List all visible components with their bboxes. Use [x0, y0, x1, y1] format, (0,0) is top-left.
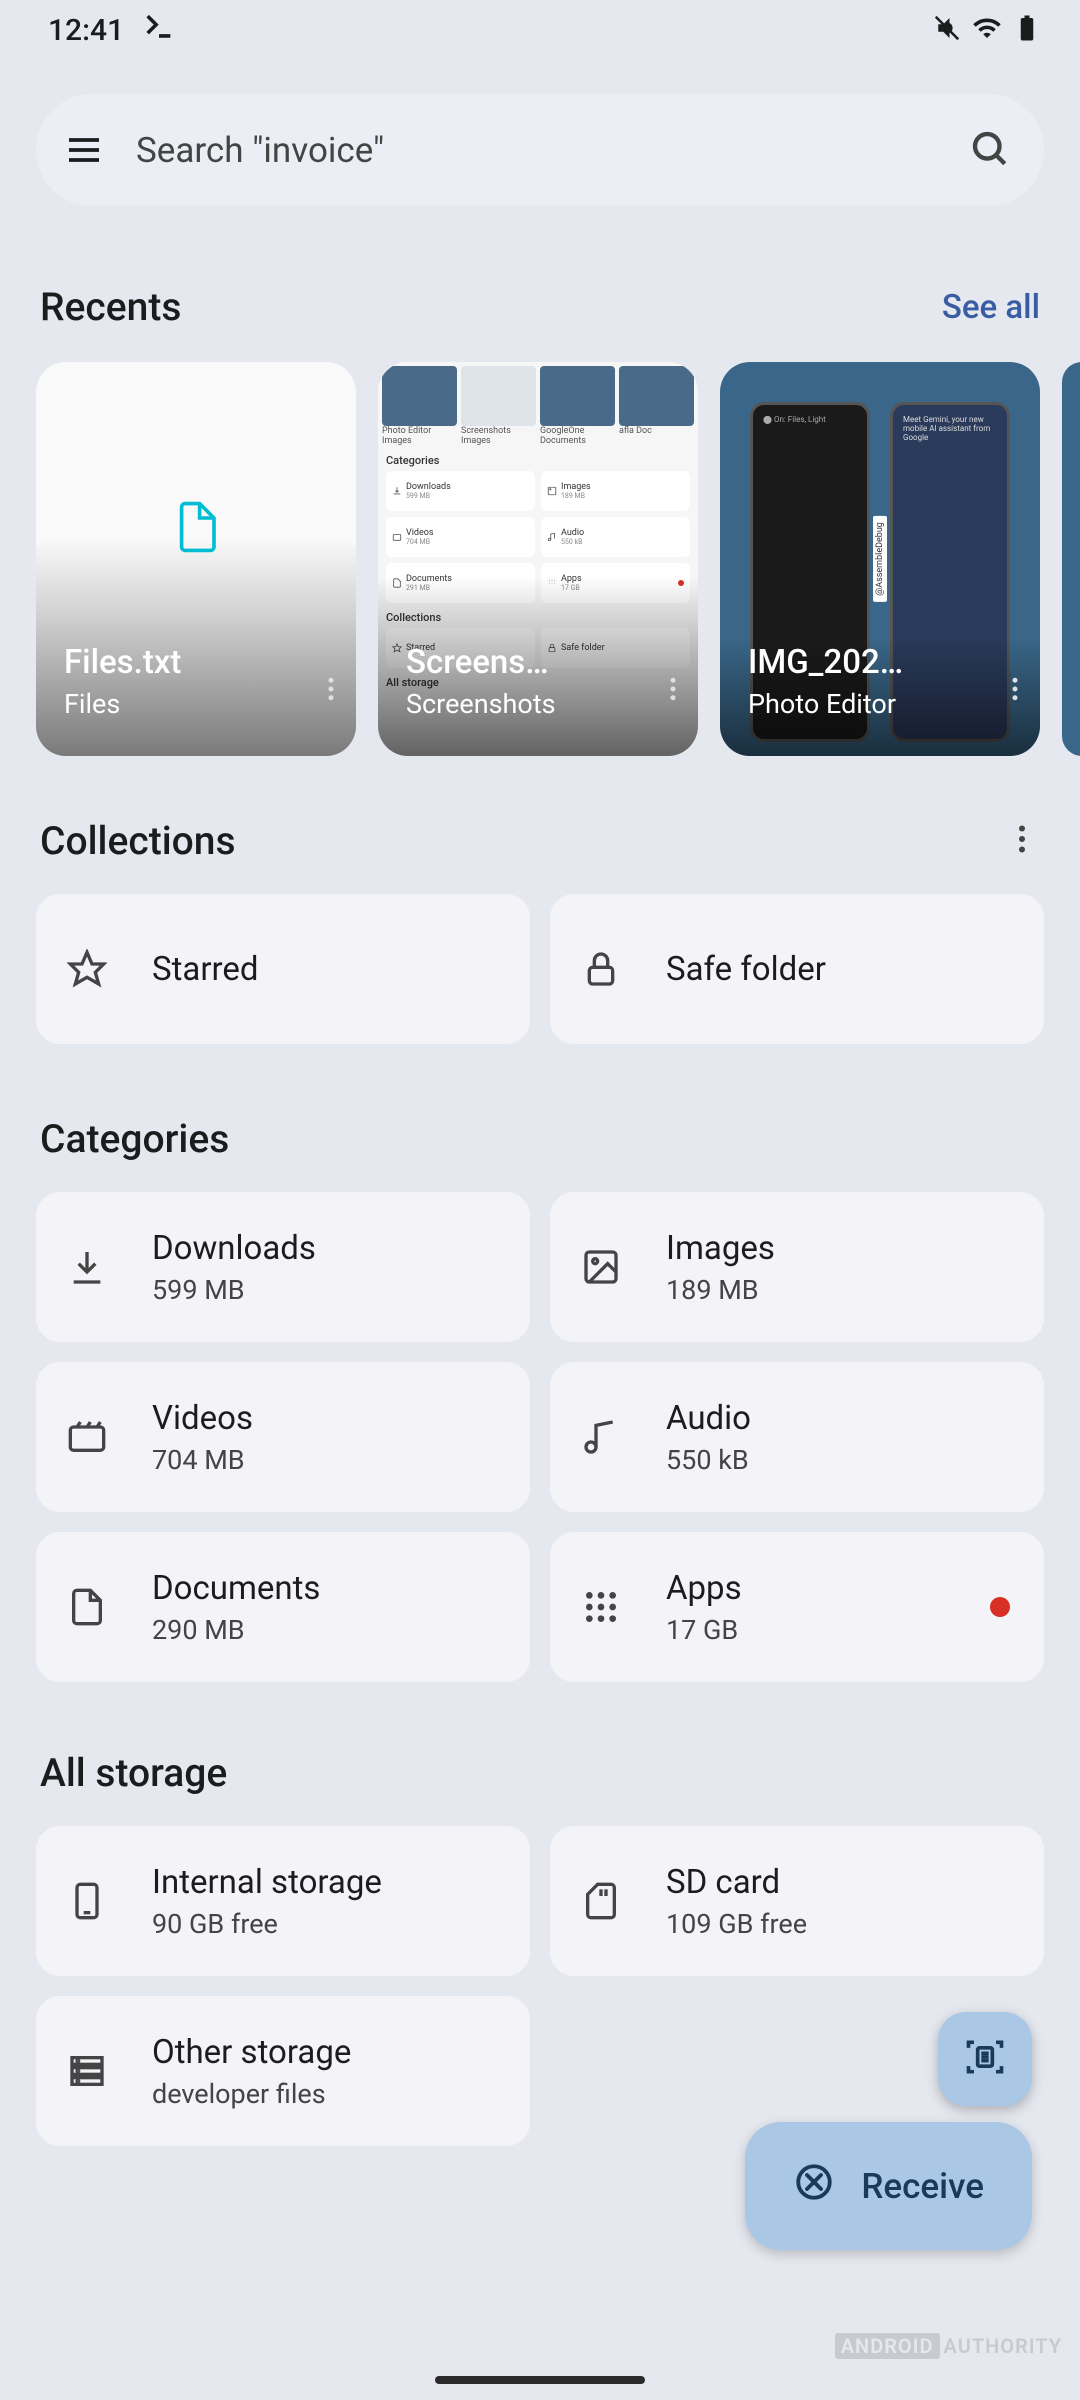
wifi-icon [972, 13, 1002, 47]
star-icon [64, 949, 110, 989]
collection-safe-folder[interactable]: Safe folder [550, 894, 1044, 1044]
download-icon [64, 1247, 110, 1287]
recent-card-title: Files.txt [64, 643, 304, 682]
lock-icon [578, 949, 624, 989]
recents-title: Recents [40, 284, 181, 330]
file-icon [174, 500, 218, 558]
nav-handle[interactable] [435, 2376, 645, 2384]
recent-card-image[interactable]: ⬤ On: Files, Light Meet Gemini, your new… [720, 362, 1040, 756]
recents-scroller[interactable]: Files.txt Files Photo Editor Images Scre… [0, 330, 1080, 756]
storage-sd-card[interactable]: SD card 109 GB free [550, 1826, 1044, 1976]
receive-button[interactable]: Receive [745, 2122, 1032, 2250]
mute-icon [932, 13, 962, 47]
recents-see-all[interactable]: See all [942, 288, 1040, 327]
scan-icon [963, 2035, 1007, 2083]
document-icon [64, 1587, 110, 1627]
watermark: ANDROIDAUTHORITY [835, 2334, 1062, 2358]
recent-card-more-icon[interactable] [316, 674, 346, 708]
category-audio[interactable]: Audio 550 kB [550, 1362, 1044, 1512]
recent-card-file[interactable]: Files.txt Files [36, 362, 356, 756]
recent-card-title: Screens… [406, 643, 646, 682]
video-icon [64, 1417, 110, 1457]
collections-title: Collections [40, 818, 236, 864]
category-documents[interactable]: Documents 290 MB [36, 1532, 530, 1682]
categories-title: Categories [40, 1116, 229, 1162]
receive-icon [793, 2161, 835, 2212]
recent-card-screenshot[interactable]: Photo Editor Images Screenshots Images G… [378, 362, 698, 756]
recent-card-title: IMG_202… [748, 643, 988, 682]
status-bar: 12:41 [0, 0, 1080, 60]
storage-other[interactable]: Other storage developer files [36, 1996, 530, 2146]
collection-starred[interactable]: Starred [36, 894, 530, 1044]
recent-card-sub: Files [64, 688, 336, 720]
recent-card-sub: Screenshots [406, 688, 678, 720]
search-bar[interactable]: Search "invoice" [36, 94, 1044, 206]
menu-icon[interactable] [56, 130, 112, 170]
scan-fab[interactable] [938, 2012, 1032, 2106]
collections-more-icon[interactable] [1004, 821, 1040, 861]
apps-icon [578, 1587, 624, 1627]
category-images[interactable]: Images 189 MB [550, 1192, 1044, 1342]
search-placeholder[interactable]: Search "invoice" [136, 130, 968, 171]
recent-card-sub: Photo Editor [748, 688, 1020, 720]
battery-icon [1012, 13, 1042, 47]
storage-title: All storage [40, 1750, 227, 1796]
recent-card-more-icon[interactable] [1000, 674, 1030, 708]
recent-card-more-icon[interactable] [658, 674, 688, 708]
phone-icon [64, 1881, 110, 1921]
category-videos[interactable]: Videos 704 MB [36, 1362, 530, 1512]
terminal-icon [142, 9, 176, 51]
search-icon[interactable] [968, 127, 1010, 173]
storage-icon [64, 2051, 110, 2091]
category-apps[interactable]: Apps 17 GB [550, 1532, 1044, 1682]
attention-dot-icon [990, 1597, 1010, 1617]
receive-label: Receive [861, 2166, 984, 2207]
image-icon [578, 1247, 624, 1287]
audio-icon [578, 1417, 624, 1457]
recent-card-partial[interactable] [1062, 362, 1080, 756]
category-downloads[interactable]: Downloads 599 MB [36, 1192, 530, 1342]
sd-card-icon [578, 1881, 624, 1921]
storage-internal[interactable]: Internal storage 90 GB free [36, 1826, 530, 1976]
status-time: 12:41 [48, 13, 124, 48]
